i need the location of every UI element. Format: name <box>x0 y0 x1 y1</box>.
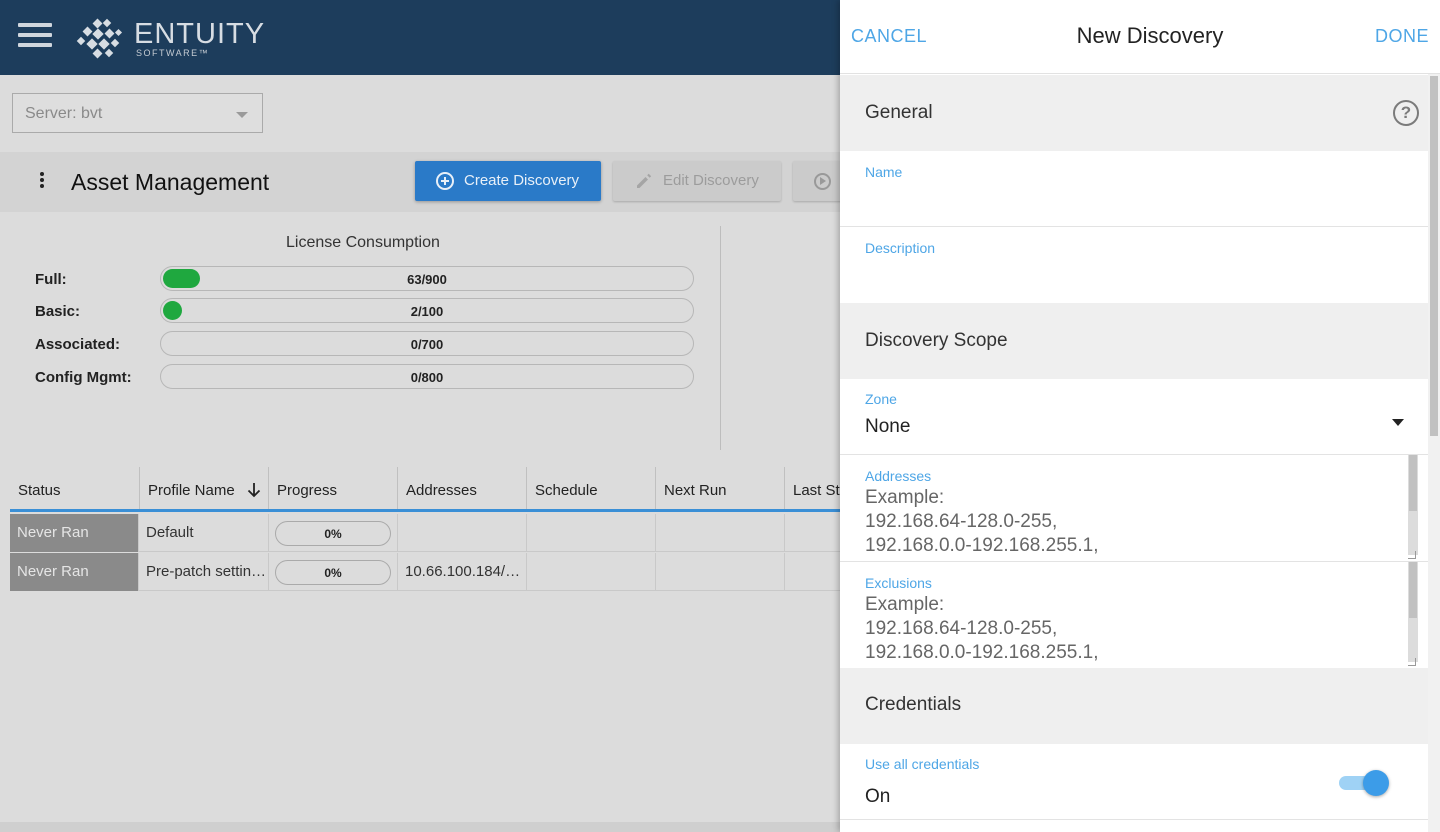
section-credentials: Credentials <box>840 668 1428 744</box>
exclusions-placeholder: Example: 192.168.64-128.0-255, 192.168.0… <box>865 594 1099 663</box>
license-value: 63/900 <box>407 272 447 287</box>
textarea-scrollbar[interactable] <box>1408 562 1418 662</box>
section-title: Credentials <box>865 694 962 715</box>
create-discovery-label: Create Discovery <box>464 172 580 189</box>
license-bar: 2/100 <box>160 298 694 323</box>
license-label: Basic: <box>35 303 81 320</box>
logo-mark-icon <box>76 18 123 59</box>
drawer-scrollbar[interactable] <box>1428 74 1440 832</box>
exclusions-label: Exclusions <box>865 575 932 591</box>
table-row[interactable]: Never Ran Default 0% <box>10 514 840 552</box>
profile-name-cell: Default <box>139 514 269 552</box>
done-button[interactable]: DONE <box>1375 26 1429 47</box>
addresses-cell: 10.66.100.184/… <box>398 553 527 591</box>
drawer-title: New Discovery <box>1076 23 1224 48</box>
zone-label: Zone <box>865 391 897 407</box>
addresses-label: Addresses <box>865 468 932 484</box>
progress-cell: 0% <box>269 553 398 591</box>
resize-handle-icon[interactable] <box>1408 551 1416 559</box>
section-title: General <box>865 102 933 123</box>
status-cell: Never Ran <box>10 514 139 552</box>
column-header-schedule[interactable]: Schedule <box>527 467 656 509</box>
use-all-credentials-toggle[interactable] <box>1339 769 1389 796</box>
toggle-knob <box>1363 770 1389 796</box>
schedule-cell <box>527 514 656 552</box>
logo-subtext: SOFTWARE™ <box>136 48 210 58</box>
name-label: Name <box>865 164 903 180</box>
create-discovery-button[interactable]: Create Discovery <box>415 161 601 201</box>
page-title: Asset Management <box>71 169 270 195</box>
status-cell: Never Ran <box>10 553 139 591</box>
license-row-full: Full: 63/900 <box>35 266 695 292</box>
server-select[interactable]: Server: bvt <box>12 93 263 133</box>
name-field[interactable]: Name <box>840 151 1428 227</box>
license-row-associated: Associated: 0/700 <box>35 331 695 357</box>
profile-name-cell: Pre-patch settin… <box>139 553 269 591</box>
use-all-credentials-label: Use all credentials <box>865 756 980 772</box>
license-label: Associated: <box>35 336 121 353</box>
license-value: 0/800 <box>410 370 444 385</box>
description-label: Description <box>865 240 936 256</box>
new-discovery-drawer: CANCEL New Discovery DONE General ? Name… <box>840 0 1440 832</box>
zone-select[interactable]: Zone None <box>840 379 1428 455</box>
license-panel: License Consumption Full: 63/900 Basic: … <box>10 212 840 462</box>
textarea-scrollbar[interactable] <box>1408 455 1418 555</box>
column-header-status[interactable]: Status <box>10 467 140 509</box>
description-field[interactable]: Description <box>840 227 1428 303</box>
use-all-credentials-field: Use all credentials On <box>840 744 1428 820</box>
column-header-addresses[interactable]: Addresses <box>398 467 527 509</box>
addresses-textarea[interactable]: Addresses Example: 192.168.64-128.0-255,… <box>840 455 1428 562</box>
section-general: General ? <box>840 75 1428 151</box>
license-row-basic: Basic: 2/100 <box>35 298 695 324</box>
license-value: 2/100 <box>410 304 444 319</box>
column-header-progress[interactable]: Progress <box>269 467 398 509</box>
drawer-header: CANCEL New Discovery DONE <box>840 0 1440 74</box>
license-label: Full: <box>35 271 67 288</box>
license-row-config-mgmt: Config Mgmt: 0/800 <box>35 364 695 390</box>
entuity-logo: ENTUITY SOFTWARE™ <box>76 14 264 62</box>
license-label: Config Mgmt: <box>35 369 132 386</box>
section-discovery-scope: Discovery Scope <box>840 303 1428 379</box>
asset-toolbar: Asset Management Create Discovery Edit D… <box>0 152 853 212</box>
pencil-icon <box>637 173 652 188</box>
progress-pill: 0% <box>275 560 391 585</box>
column-header-profile-name[interactable]: Profile Name <box>140 467 269 509</box>
license-bar: 63/900 <box>160 266 694 291</box>
play-icon <box>814 173 831 190</box>
menu-icon[interactable] <box>18 23 52 49</box>
sort-arrow-down-icon <box>247 483 261 498</box>
footer-strip <box>0 822 840 832</box>
license-title: License Consumption <box>286 234 440 251</box>
more-options-icon[interactable] <box>40 172 46 192</box>
use-all-credentials-value: On <box>865 786 891 807</box>
logo-text: ENTUITY <box>134 18 266 50</box>
addresses-placeholder: Example: 192.168.64-128.0-255, 192.168.0… <box>865 487 1099 556</box>
next-run-cell <box>656 514 785 552</box>
zone-value: None <box>865 416 911 437</box>
license-value: 0/700 <box>410 337 444 352</box>
edit-discovery-button[interactable]: Edit Discovery <box>613 161 781 201</box>
exclusions-textarea[interactable]: Exclusions Example: 192.168.64-128.0-255… <box>840 562 1428 668</box>
schedule-cell <box>527 553 656 591</box>
add-circle-icon <box>436 172 454 190</box>
server-select-value: Server: bvt <box>25 105 103 122</box>
license-bar: 0/800 <box>160 364 694 389</box>
column-header-label: Profile Name <box>148 482 235 499</box>
chevron-down-icon <box>236 112 248 118</box>
section-title: Discovery Scope <box>865 330 1008 351</box>
progress-cell: 0% <box>269 514 398 552</box>
column-header-next-run[interactable]: Next Run <box>656 467 785 509</box>
table-row[interactable]: Never Ran Pre-patch settin… 0% 10.66.100… <box>10 553 840 591</box>
addresses-cell <box>398 514 527 552</box>
license-bar: 0/700 <box>160 331 694 356</box>
progress-pill: 0% <box>275 521 391 546</box>
resize-handle-icon[interactable] <box>1408 658 1416 666</box>
next-run-cell <box>656 553 785 591</box>
panel-divider <box>720 226 721 450</box>
chevron-down-icon <box>1392 419 1404 426</box>
edit-discovery-label: Edit Discovery <box>663 172 759 189</box>
help-icon[interactable]: ? <box>1393 100 1419 126</box>
table-header: Status Profile Name Progress Addresses S… <box>10 467 840 512</box>
